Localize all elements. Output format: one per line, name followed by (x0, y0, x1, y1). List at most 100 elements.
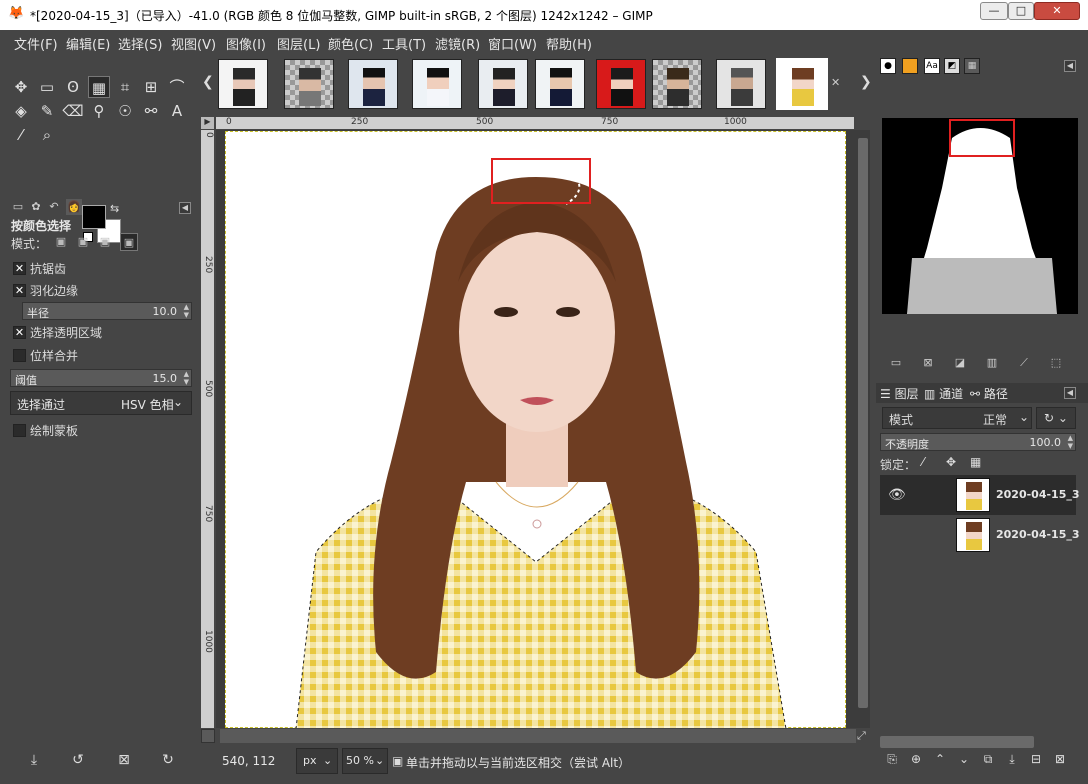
delete-layer-icon[interactable]: ⊠ (1052, 752, 1068, 768)
swap-colors-icon[interactable]: ⇆ (110, 202, 119, 215)
menu-filters[interactable]: 滤镜(R) (435, 34, 480, 53)
lock-pixels-icon[interactable]: ⁄ (922, 455, 924, 469)
draw-mask-checkbox[interactable] (13, 424, 26, 437)
new-layer-group-icon[interactable]: ⎘ (884, 752, 900, 768)
fonts-tab-icon[interactable]: Aa (924, 58, 940, 74)
select-by-dropdown[interactable]: 选择通过 HSV 色相 ⌄ (10, 391, 192, 415)
delete-options-icon[interactable]: ⊠ (114, 752, 134, 772)
panel-menu-icon[interactable]: ◀ (179, 202, 191, 214)
zoom-icon[interactable]: ⌕ (36, 124, 58, 146)
canvas-view[interactable] (216, 130, 856, 728)
image-tab[interactable] (535, 59, 585, 109)
minimize-button[interactable]: — (980, 2, 1008, 20)
image-tab[interactable] (284, 59, 334, 109)
clone-icon[interactable]: ⚲ (88, 100, 110, 122)
zoom-fit-icon[interactable]: ⤢ (857, 729, 871, 743)
rect-select-icon[interactable]: ▭ (36, 76, 58, 98)
vertical-scroll-thumb[interactable] (858, 138, 868, 708)
menu-file[interactable]: 文件(F) (14, 34, 58, 53)
smudge-icon[interactable]: ☉ (114, 100, 136, 122)
antialias-checkbox[interactable]: ✕ (13, 262, 26, 275)
opacity-spinner[interactable]: 不透明度 100.0 ▲ ▼ (880, 433, 1076, 451)
layer-row[interactable]: 2020-04-15_3 (880, 515, 1080, 555)
composite-mode-dropdown[interactable]: ↻ ⌄ (1036, 407, 1076, 429)
feather-checkbox[interactable]: ✕ (13, 284, 26, 297)
spin-arrows-icon[interactable]: ▲ ▼ (184, 370, 189, 386)
layers-hscroll-thumb[interactable] (880, 736, 1034, 748)
fit-image-icon[interactable]: ⬚ (1048, 356, 1064, 372)
radius-spinner[interactable]: 半径 10.0 ▲ ▼ (22, 302, 192, 320)
navigation-tab-icon[interactable]: ▦ (964, 58, 980, 74)
spin-arrows-icon[interactable]: ▲ ▼ (184, 303, 189, 319)
anchor-layer-icon[interactable]: ⤓ (1004, 752, 1020, 768)
mode-subtract-icon[interactable]: ▣ (96, 233, 114, 251)
lock-alpha-icon[interactable]: ▦ (970, 455, 981, 469)
zoom-fit-window-icon[interactable]: ▥ (984, 356, 1000, 372)
spin-arrows-icon[interactable]: ▲ ▼ (1068, 434, 1073, 450)
reset-options-icon[interactable]: ↻ (158, 752, 178, 772)
foreground-color-swatch[interactable] (82, 205, 106, 229)
select-transparent-checkbox[interactable]: ✕ (13, 326, 26, 339)
menu-select[interactable]: 选择(S) (118, 34, 162, 53)
undo-history-tab-icon[interactable]: ↶ (46, 199, 62, 215)
vertical-scrollbar[interactable] (856, 130, 870, 728)
bucket-fill-icon[interactable]: ◈ (10, 100, 32, 122)
transform-icon[interactable]: ⊞ (140, 76, 162, 98)
move-tool-icon[interactable]: ✥ (10, 76, 32, 98)
menu-tools[interactable]: 工具(T) (382, 34, 426, 53)
restore-options-icon[interactable]: ↺ (68, 752, 88, 772)
menu-layer[interactable]: 图层(L) (277, 34, 320, 53)
sample-merged-checkbox[interactable] (13, 349, 26, 362)
eraser-icon[interactable]: ⌫ (62, 100, 84, 122)
image-canvas[interactable] (225, 131, 846, 728)
scroll-left-icon[interactable]: ❮ (202, 74, 214, 90)
mask-layer-icon[interactable]: ⊟ (1028, 752, 1044, 768)
menu-help[interactable]: 帮助(H) (546, 34, 592, 53)
mode-replace-icon[interactable]: ▣ (52, 233, 70, 251)
path-icon[interactable]: ⚯ (140, 100, 162, 122)
duplicate-layer-icon[interactable]: ⧉ (980, 752, 996, 768)
image-tab[interactable] (652, 59, 702, 109)
image-tab-active[interactable] (776, 58, 828, 110)
text-tool-icon[interactable]: A (166, 100, 188, 122)
lasso-icon[interactable]: ʘ (62, 76, 84, 98)
mode-add-icon[interactable]: ▣ (74, 233, 92, 251)
scroll-right-icon[interactable]: ❯ (860, 74, 872, 90)
lock-position-icon[interactable]: ✥ (946, 455, 956, 469)
unit-dropdown[interactable]: px ⌄ (296, 748, 338, 774)
panel-menu-icon[interactable]: ◀ (1064, 387, 1076, 399)
quick-mask-toggle[interactable]: ▶ (201, 117, 214, 129)
menu-view[interactable]: 视图(V) (171, 34, 216, 53)
horizontal-scrollbar[interactable] (220, 729, 856, 743)
color-picker-icon[interactable]: ⁄ (10, 124, 32, 146)
image-tab[interactable] (478, 59, 528, 109)
tab-layers[interactable]: ☰ 图层 (880, 385, 919, 402)
zoom-dropdown[interactable]: 50 % ⌄ (342, 748, 388, 774)
device-status-tab-icon[interactable]: ✿ (28, 199, 44, 215)
menu-image[interactable]: 图像(I) (226, 34, 266, 53)
layer-mode-dropdown[interactable]: 模式 正常 ⌄ (882, 407, 1032, 429)
patterns-tab-icon[interactable] (902, 58, 918, 74)
zoom-100-icon[interactable]: ◪ (952, 356, 968, 372)
zoom-in-icon[interactable]: ⊠ (920, 356, 936, 372)
shrink-wrap-icon[interactable]: ⟋ (1016, 356, 1032, 372)
navigate-corner-button[interactable] (201, 729, 215, 743)
menu-edit[interactable]: 编辑(E) (66, 34, 110, 53)
menu-colors[interactable]: 颜色(C) (328, 34, 373, 53)
eye-icon[interactable]: 👁 (888, 487, 906, 503)
paintbrush-icon[interactable]: ✎ (36, 100, 58, 122)
warp-icon[interactable]: ⌒ (166, 76, 188, 98)
close-tab-icon[interactable]: ✕ (831, 76, 840, 89)
document-history-tab-icon[interactable]: ◩ (944, 58, 960, 74)
image-tab[interactable] (348, 59, 398, 109)
select-by-color-icon[interactable]: ▦ (88, 76, 110, 98)
image-tab[interactable] (412, 59, 462, 109)
save-options-icon[interactable]: ⤓ (24, 752, 44, 772)
lower-layer-icon[interactable]: ⌄ (956, 752, 972, 768)
tool-options-tab-icon[interactable]: ▭ (10, 199, 26, 215)
image-tab[interactable] (716, 59, 766, 109)
brushes-tab-icon[interactable]: ● (880, 58, 896, 74)
mode-intersect-icon[interactable]: ▣ (120, 233, 138, 251)
maximize-button[interactable]: □ (1008, 2, 1034, 20)
new-layer-icon[interactable]: ⊕ (908, 752, 924, 768)
